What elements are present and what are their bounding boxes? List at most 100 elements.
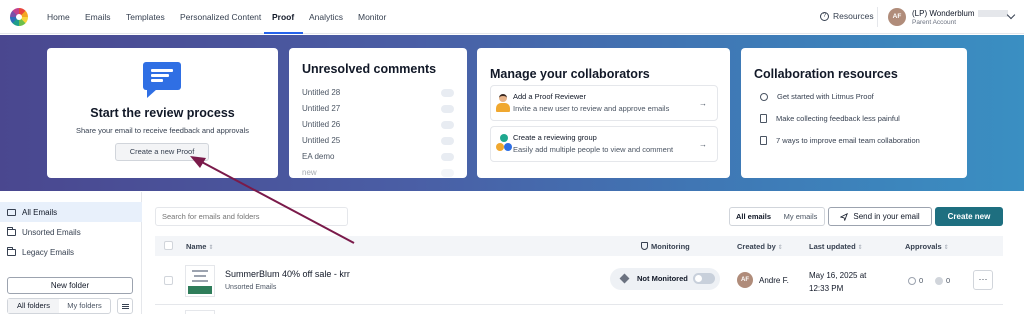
resource-label: Make collecting feedback less painful	[776, 114, 900, 123]
sidebar-item-all-emails[interactable]: All Emails	[0, 202, 142, 222]
creator-name: Andre F.	[759, 276, 789, 285]
sort-icon: ⇕	[943, 245, 949, 251]
add-reviewer-title: Add a Proof Reviewer	[513, 92, 586, 101]
approvals-pending: 0	[908, 276, 923, 285]
nav-home[interactable]: Home	[47, 12, 70, 22]
shield-icon	[641, 242, 648, 250]
nav-templates[interactable]: Templates	[126, 12, 165, 22]
review-card-title: Start the review process	[90, 106, 235, 120]
comment-count-badge	[441, 105, 454, 113]
nav-divider	[877, 7, 878, 27]
sort-icon: ⇕	[208, 245, 214, 251]
comment-item[interactable]: Untitled 25	[302, 136, 340, 145]
select-all-checkbox[interactable]	[164, 241, 173, 250]
row-checkbox[interactable]	[164, 276, 173, 285]
comment-item[interactable]: new	[302, 168, 317, 177]
comment-count-badge	[441, 137, 454, 145]
comment-count-badge	[441, 153, 454, 161]
create-proof-button[interactable]: Create a new Proof	[115, 143, 209, 161]
envelope-icon	[7, 208, 16, 216]
collaborators-card-title: Manage your collaborators	[490, 67, 650, 81]
more-options-button[interactable]: ···	[973, 270, 993, 290]
email-filter-toggle: All emails My emails	[729, 207, 825, 226]
comment-item[interactable]: Untitled 28	[302, 88, 340, 97]
help-circle-icon: ?	[820, 11, 829, 21]
comment-count-badge	[441, 121, 454, 129]
create-group-option[interactable]: Create a reviewing group Easily add mult…	[490, 126, 718, 162]
create-group-subtitle: Easily add multiple people to view and c…	[513, 145, 674, 154]
arrow-right-icon: →	[699, 99, 707, 108]
resource-link[interactable]: Make collecting feedback less painful	[760, 114, 900, 123]
add-reviewer-option[interactable]: Add a Proof Reviewer Invite a new user t…	[490, 85, 718, 121]
sort-icon: ⇕	[857, 245, 863, 251]
column-name[interactable]: Name ⇕	[186, 242, 213, 251]
folder-icon	[7, 226, 16, 236]
email-title[interactable]: SummerBlum 40% off sale - krr	[225, 269, 350, 279]
folder-filter-tabs: All folders My folders	[7, 298, 111, 314]
avatar: AF	[737, 272, 753, 288]
account-menu[interactable]: (LP) Wonderblum	[912, 9, 1008, 18]
search-input[interactable]	[155, 207, 348, 226]
top-navigation: Home Emails Templates Personalized Conte…	[0, 0, 1024, 34]
last-updated: May 16, 2025 at 12:33 PM	[809, 271, 867, 293]
send-email-button[interactable]: Send in your email	[828, 207, 932, 226]
nav-emails[interactable]: Emails	[85, 12, 111, 22]
nav-monitor[interactable]: Monitor	[358, 12, 386, 22]
sidebar-item-label: All Emails	[22, 207, 58, 217]
chat-bubble-icon	[143, 62, 181, 98]
send-icon	[840, 212, 849, 221]
resource-label: 7 ways to improve email team collaborati…	[776, 136, 920, 145]
menu-icon[interactable]	[117, 298, 133, 314]
filter-all-emails[interactable]: All emails	[730, 208, 777, 225]
comment-item[interactable]: Untitled 26	[302, 120, 340, 129]
comment-item[interactable]: Untitled 27	[302, 104, 340, 113]
comment-item[interactable]: EA demo	[302, 152, 334, 161]
table-row[interactable]	[155, 307, 1003, 314]
tab-all-folders[interactable]: All folders	[8, 299, 59, 313]
resources-card-title: Collaboration resources	[754, 67, 898, 81]
resource-label: Get started with Litmus Proof	[777, 92, 874, 101]
active-nav-indicator	[264, 32, 303, 34]
comment-count-badge	[441, 89, 454, 97]
help-circle-icon	[760, 92, 768, 101]
unresolved-comments-card: Unresolved comments Untitled 28 Untitled…	[289, 48, 467, 178]
send-email-label: Send in your email	[853, 212, 920, 221]
sidebar-item-legacy-emails[interactable]: Legacy Emails	[0, 242, 142, 262]
monitoring-toggle[interactable]	[693, 273, 715, 284]
person-icon	[496, 94, 510, 114]
filter-my-emails[interactable]: My emails	[777, 208, 824, 225]
new-folder-button[interactable]: New folder	[7, 277, 133, 294]
arrow-right-icon: →	[699, 140, 707, 149]
folder-sidebar: All Emails Unsorted Emails Legacy Emails…	[0, 192, 142, 314]
user-role: Parent Account	[912, 19, 957, 26]
user-avatar[interactable]: AF	[888, 8, 906, 26]
group-icon	[496, 134, 512, 154]
column-approvals[interactable]: Approvals ⇕	[905, 242, 949, 251]
redacted-text	[977, 10, 1008, 18]
table-row[interactable]: SummerBlum 40% off sale - krr Unsorted E…	[155, 259, 1003, 305]
email-thumbnail	[185, 310, 215, 314]
resource-link[interactable]: 7 ways to improve email team collaborati…	[760, 136, 920, 145]
column-last-updated[interactable]: Last updated ⇕	[809, 242, 863, 251]
nav-proof[interactable]: Proof	[272, 12, 294, 22]
document-icon	[760, 136, 767, 145]
tab-my-folders[interactable]: My folders	[59, 299, 110, 313]
email-folder: Unsorted Emails	[225, 284, 277, 291]
add-reviewer-subtitle: Invite a new user to review and approve …	[513, 104, 670, 113]
nav-personalized-content[interactable]: Personalized Content	[180, 12, 261, 22]
resources-link[interactable]: ? Resources	[820, 11, 874, 21]
email-thumbnail[interactable]	[185, 265, 215, 297]
sidebar-item-unsorted-emails[interactable]: Unsorted Emails	[0, 222, 142, 242]
column-created-by[interactable]: Created by ⇕	[737, 242, 783, 251]
resource-link[interactable]: Get started with Litmus Proof	[760, 92, 874, 101]
nav-analytics[interactable]: Analytics	[309, 12, 343, 22]
litmus-logo-icon[interactable]	[10, 8, 28, 26]
table-header: Name ⇕ Monitoring Created by ⇕ Last update…	[155, 236, 1003, 256]
chevron-down-icon[interactable]	[1006, 10, 1016, 20]
resources-label: Resources	[833, 11, 874, 21]
monitoring-label: Not Monitored	[637, 274, 688, 283]
column-monitoring: Monitoring	[641, 242, 690, 251]
create-group-title: Create a reviewing group	[513, 133, 597, 142]
create-new-button[interactable]: Create new	[935, 207, 1003, 226]
document-icon	[760, 114, 767, 123]
